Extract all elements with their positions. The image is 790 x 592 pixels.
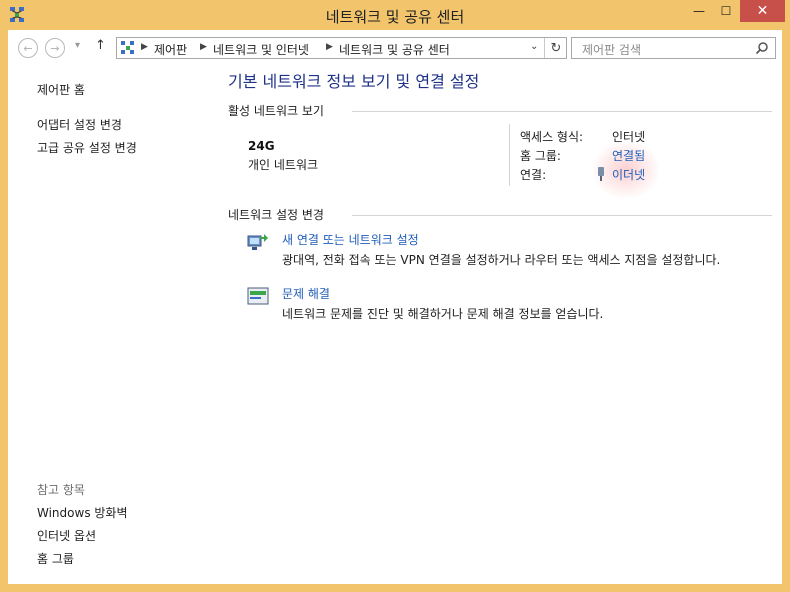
connection-label: 연결: <box>520 168 547 182</box>
control-panel-home-link[interactable]: 제어판 홈 <box>37 81 85 98</box>
connection-ethernet-link[interactable]: 이더넷 <box>612 166 645 183</box>
maximize-button[interactable]: ☐ <box>713 0 739 22</box>
troubleshoot-link[interactable]: 문제 해결 <box>282 285 330 302</box>
main-pane: 기본 네트워크 정보 보기 및 연결 설정 활성 네트워크 보기 24G 개인 … <box>228 64 782 584</box>
content-area: 제어판 홈 어댑터 설정 변경 고급 공유 설정 변경 참고 항목 Window… <box>8 64 782 584</box>
search-icon <box>755 42 768 55</box>
close-button[interactable]: ✕ <box>740 0 785 22</box>
section-divider <box>352 111 772 112</box>
search-input[interactable]: 제어판 검색 <box>571 37 776 59</box>
network-info-divider <box>509 124 510 186</box>
left-pane: 제어판 홈 어댑터 설정 변경 고급 공유 설정 변경 참고 항목 Window… <box>8 64 213 584</box>
address-bar[interactable]: ▶ 제어판 ▶ 네트워크 및 인터넷 ▶ 네트워크 및 공유 센터 ⌄ ↻ <box>116 37 567 59</box>
troubleshoot-description: 네트워크 문제를 진단 및 해결하거나 문제 해결 정보를 얻습니다. <box>282 307 604 321</box>
setup-new-connection-link[interactable]: 새 연결 또는 네트워크 설정 <box>282 231 419 248</box>
breadcrumb-separator: ▶ <box>326 42 333 52</box>
breadcrumb-control-panel[interactable]: 제어판 <box>154 41 187 58</box>
navigation-bar: ← → ▾ ↑ ▶ 제어판 ▶ 네트워크 및 인터넷 ▶ 네트워크 및 공유 센… <box>8 30 782 64</box>
network-type[interactable]: 개인 네트워크 <box>248 156 318 173</box>
network-name: 24G <box>248 139 275 153</box>
homegroup-link[interactable]: 홈 그룹 <box>37 550 74 567</box>
setup-new-connection-description: 광대역, 전화 접속 또는 VPN 연결을 설정하거나 라우터 또는 액세스 지… <box>282 253 721 267</box>
breadcrumb-separator: ▶ <box>141 42 148 52</box>
windows-firewall-link[interactable]: Windows 방화벽 <box>37 504 128 521</box>
ethernet-icon <box>598 167 604 181</box>
up-button[interactable]: ↑ <box>95 38 106 53</box>
window-title: 네트워크 및 공유 센터 <box>325 8 465 26</box>
title-bar[interactable]: 네트워크 및 공유 센터 — ☐ ✕ <box>0 0 790 30</box>
access-type-label: 액세스 형식: <box>520 130 584 144</box>
window: 네트워크 및 공유 센터 — ☐ ✕ ← → ▾ ↑ ▶ 제어판 ▶ 네트워크 … <box>0 0 790 592</box>
troubleshoot-icon <box>247 287 269 305</box>
active-networks-heading: 활성 네트워크 보기 <box>228 104 324 118</box>
recent-locations-button[interactable]: ▾ <box>75 40 80 51</box>
change-network-settings-heading: 네트워크 설정 변경 <box>228 208 324 222</box>
new-connection-icon <box>247 234 268 250</box>
breadcrumb-separator: ▶ <box>200 42 207 52</box>
forward-button[interactable]: → <box>45 38 65 58</box>
advanced-sharing-settings-link[interactable]: 고급 공유 설정 변경 <box>37 139 137 156</box>
refresh-button[interactable]: ↻ <box>544 38 567 58</box>
section-divider <box>352 215 772 216</box>
page-title: 기본 네트워크 정보 보기 및 연결 설정 <box>228 72 480 91</box>
homegroup-value-link[interactable]: 연결됨 <box>612 147 645 164</box>
homegroup-label: 홈 그룹: <box>520 149 561 163</box>
address-dropdown-button[interactable]: ⌄ <box>530 41 538 52</box>
change-adapter-settings-link[interactable]: 어댑터 설정 변경 <box>37 116 122 133</box>
see-also-heading: 참고 항목 <box>37 483 85 497</box>
search-placeholder: 제어판 검색 <box>582 43 642 57</box>
breadcrumb-network-internet[interactable]: 네트워크 및 인터넷 <box>213 41 309 58</box>
minimize-button[interactable]: — <box>685 0 713 22</box>
back-button[interactable]: ← <box>18 38 38 58</box>
breadcrumb-network-sharing-center[interactable]: 네트워크 및 공유 센터 <box>339 41 450 58</box>
internet-options-link[interactable]: 인터넷 옵션 <box>37 527 96 544</box>
control-panel-icon <box>121 41 134 54</box>
